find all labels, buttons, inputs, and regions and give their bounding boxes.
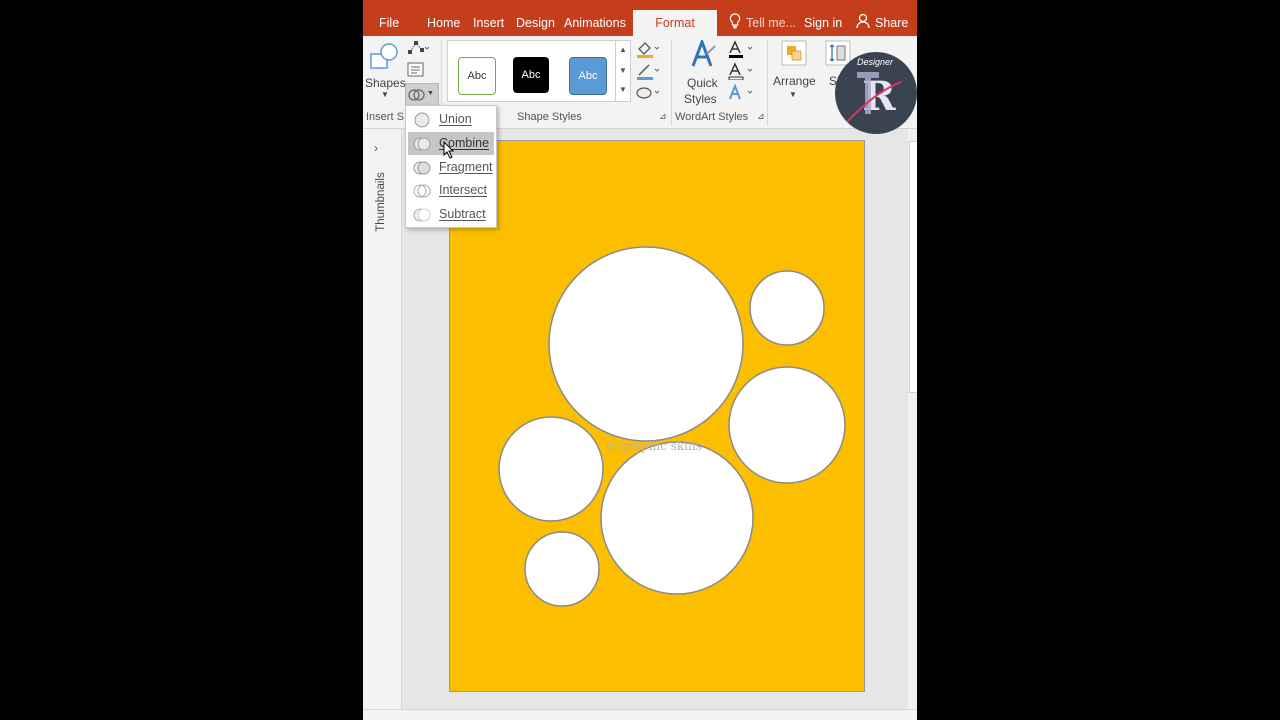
shape-styles-group-label: Shape Styles: [517, 111, 582, 123]
shape-effects-icon[interactable]: [635, 84, 661, 102]
dialog-launcher-icon[interactable]: ⊿: [757, 111, 765, 122]
tab-design[interactable]: Design: [516, 13, 555, 33]
menu-item-union[interactable]: Union: [408, 108, 494, 131]
text-box-icon[interactable]: [407, 62, 425, 78]
wordart-a-icon: [691, 40, 716, 67]
fragment-icon: [413, 161, 431, 175]
styles-label: Styles: [684, 92, 717, 106]
thumbnails-label[interactable]: Thumbnails: [375, 167, 387, 237]
shapes-gallery-button[interactable]: Shapes ▼: [365, 40, 406, 102]
circle-shape[interactable]: [548, 246, 744, 442]
shape-style-blue[interactable]: Abc: [569, 57, 607, 95]
tab-home[interactable]: Home: [427, 13, 460, 33]
vertical-scrollbar[interactable]: [908, 129, 917, 709]
merge-shapes-menu: Union Combine Fragment Intersect Subtrac…: [405, 105, 497, 228]
shape-outline-icon[interactable]: [635, 62, 661, 80]
union-icon: [414, 112, 430, 128]
shapes-icon: [370, 43, 398, 69]
expand-chevron-icon[interactable]: ›: [374, 141, 378, 155]
subtract-icon: [413, 208, 431, 222]
slide-canvas[interactable]: tr graphic skills: [449, 140, 865, 692]
slide-shapes: [498, 246, 846, 607]
circle-shape[interactable]: [524, 531, 600, 607]
channel-logo: Designer R: [835, 52, 917, 134]
tab-insert[interactable]: Insert: [473, 13, 504, 33]
insert-shapes-group-label: Insert S: [366, 111, 404, 123]
text-outline-icon[interactable]: [727, 62, 755, 80]
shape-styles-gallery: Abc Abc Abc: [447, 40, 631, 102]
gallery-scroll[interactable]: ▲ ▼ ▼: [615, 40, 631, 102]
group-divider: [767, 40, 768, 126]
dialog-launcher-icon[interactable]: ⊿: [659, 111, 667, 122]
ribbon-tab-bar: File Home Insert Design Animations Forma…: [363, 0, 917, 36]
circle-shape[interactable]: [600, 441, 754, 595]
circle-shape[interactable]: [498, 416, 604, 522]
arrange-icon: [781, 40, 807, 66]
merge-shapes-button[interactable]: ▼: [405, 83, 439, 107]
scrollbar-thumb[interactable]: [909, 141, 917, 393]
tell-me-search[interactable]: Tell me...: [746, 13, 796, 33]
share-button[interactable]: Share: [875, 13, 908, 33]
quick-label: Quick: [687, 76, 718, 90]
text-fill-icon[interactable]: [727, 40, 755, 58]
scroll-down-icon[interactable]: ▼: [619, 66, 627, 75]
quick-styles-button[interactable]: Quick Styles: [681, 40, 725, 110]
status-bar: [363, 709, 917, 720]
merge-shapes-icon: [408, 89, 425, 101]
combine-icon: [413, 137, 431, 151]
circle-shape[interactable]: [728, 366, 846, 484]
wordart-styles-group-label: WordArt Styles: [675, 111, 749, 123]
scroll-up-icon[interactable]: ▲: [619, 45, 627, 54]
shape-fill-icon[interactable]: [635, 40, 661, 58]
chevron-down-icon: ▼: [381, 90, 389, 99]
person-icon: [856, 13, 870, 33]
menu-item-intersect[interactable]: Intersect: [408, 179, 494, 202]
tab-file[interactable]: File: [379, 13, 399, 33]
arrange-label: Arrange: [773, 74, 816, 88]
menu-item-combine[interactable]: Combine: [408, 132, 494, 159]
menu-item-subtract[interactable]: Subtract: [408, 203, 494, 226]
chevron-down-icon: ▼: [427, 90, 434, 97]
chevron-down-icon: ▼: [789, 90, 797, 99]
sign-in-link[interactable]: Sign in: [804, 13, 842, 33]
tab-format[interactable]: Format: [633, 10, 717, 36]
gallery-more-icon[interactable]: ▼: [619, 85, 627, 94]
circle-shape[interactable]: [749, 270, 825, 346]
menu-item-fragment[interactable]: Fragment: [408, 156, 494, 179]
lightbulb-icon: [729, 13, 743, 33]
shape-style-white[interactable]: Abc: [458, 57, 496, 95]
logo-emblem-icon: R: [846, 72, 902, 123]
powerpoint-window: File Home Insert Design Animations Forma…: [363, 0, 917, 720]
text-effects-icon[interactable]: [727, 84, 755, 102]
thumbnails-pane-collapsed: › Thumbnails: [363, 129, 402, 709]
arrange-button[interactable]: Arrange ▼: [771, 40, 817, 106]
intersect-icon: [413, 184, 431, 198]
shapes-label: Shapes: [365, 76, 406, 90]
edit-shape-icon[interactable]: [407, 40, 429, 56]
group-divider: [671, 40, 672, 126]
shape-style-black[interactable]: Abc: [513, 57, 549, 93]
watermark-text: tr graphic skills: [606, 439, 702, 453]
tab-animations[interactable]: Animations: [564, 13, 626, 33]
